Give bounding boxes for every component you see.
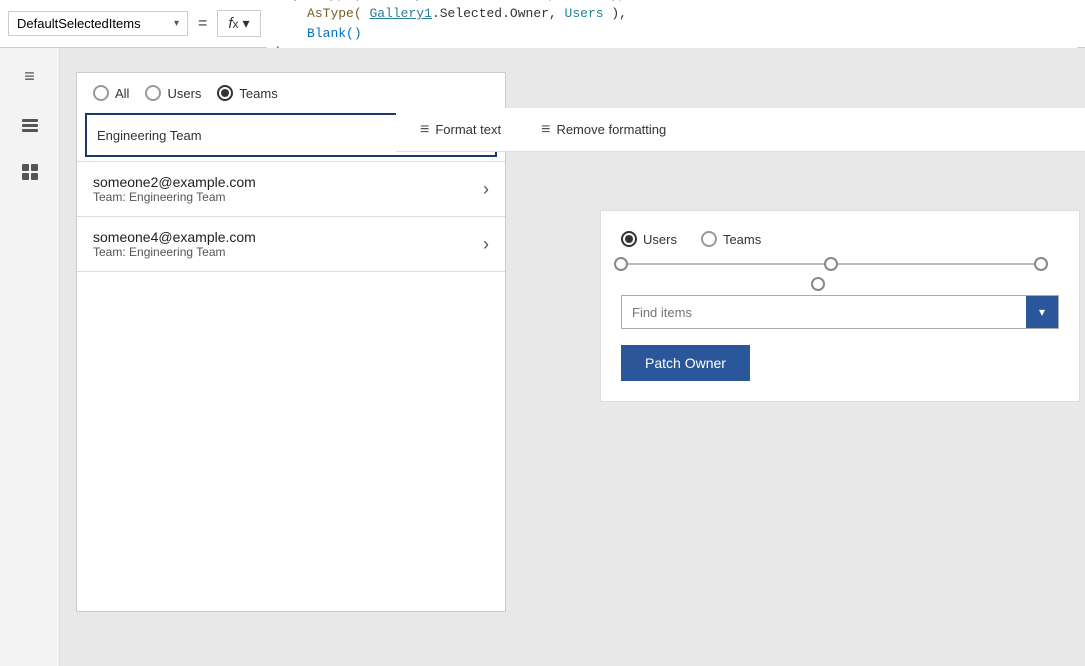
sidebar-icon-layers[interactable]: [14, 108, 46, 140]
code-line-2: AsType( Gallery1.Selected.Owner, Users )…: [275, 4, 1069, 24]
right-radio-teams[interactable]: Teams: [701, 231, 761, 247]
list-item[interactable]: someone4@example.com Team: Engineering T…: [77, 216, 505, 271]
right-radio-group: Users Teams: [621, 231, 1059, 247]
find-items-input[interactable]: [622, 298, 1026, 327]
list-item[interactable]: someone2@example.com Team: Engineering T…: [77, 161, 505, 216]
left-sidebar: ≡: [0, 48, 60, 666]
right-radio-teams-circle: [701, 231, 717, 247]
patch-owner-button[interactable]: Patch Owner: [621, 345, 750, 381]
format-text-button[interactable]: ≡ Format text: [412, 117, 509, 143]
radio-teams-circle: [217, 85, 233, 101]
radio-teams-label: Teams: [239, 86, 277, 101]
list-item-1-text: someone2@example.com Team: Engineering T…: [93, 174, 256, 204]
radio-teams[interactable]: Teams: [217, 85, 277, 101]
format-text-icon: ≡: [420, 121, 429, 139]
formula-dropdown-chevron: ▾: [174, 18, 179, 29]
radio-users-circle: [145, 85, 161, 101]
remove-formatting-icon: ≡: [541, 121, 550, 139]
empty-list-area: [77, 271, 505, 471]
list-item-2-team: Team: Engineering Team: [93, 245, 256, 259]
radio-all-label: All: [115, 86, 129, 101]
code-line-3: Blank(): [275, 24, 1069, 44]
right-radio-users-label: Users: [643, 232, 677, 247]
remove-formatting-button[interactable]: ≡ Remove formatting: [533, 117, 674, 143]
slider-container[interactable]: [621, 263, 1041, 291]
slider-handle-mid[interactable]: [824, 257, 838, 271]
list-item-2-text: someone4@example.com Team: Engineering T…: [93, 229, 256, 259]
list-item-2-arrow-icon: ›: [483, 234, 489, 255]
radio-all[interactable]: All: [93, 85, 129, 101]
slider-track: [621, 263, 1041, 265]
slider-handle-bottom[interactable]: [811, 277, 825, 291]
slider-handle-right[interactable]: [1034, 257, 1048, 271]
formula-dropdown[interactable]: DefaultSelectedItems ▾: [8, 11, 188, 36]
fx-label: fx: [228, 15, 238, 32]
left-radio-group: All Users Teams: [77, 73, 505, 113]
formula-dropdown-label: DefaultSelectedItems: [17, 16, 141, 31]
list-item-2-email: someone4@example.com: [93, 229, 256, 245]
sidebar-icon-menu[interactable]: ≡: [14, 60, 46, 92]
radio-all-circle: [93, 85, 109, 101]
app-canvas: All Users Teams Engineering Team ▾: [76, 72, 506, 612]
find-items-row: ▾: [621, 295, 1059, 329]
equals-sign: =: [194, 15, 211, 33]
fx-button[interactable]: fx ▾: [217, 10, 260, 37]
format-text-label: Format text: [435, 122, 501, 137]
sidebar-icon-grid[interactable]: [14, 156, 46, 188]
remove-formatting-label: Remove formatting: [556, 122, 666, 137]
list-item-1-team: Team: Engineering Team: [93, 190, 256, 204]
find-items-dropdown-button[interactable]: ▾: [1026, 296, 1058, 328]
fx-arrow-icon: ▾: [243, 15, 250, 32]
list-item-1-arrow-icon: ›: [483, 179, 489, 200]
right-radio-teams-label: Teams: [723, 232, 761, 247]
slider-handle-left[interactable]: [614, 257, 628, 271]
right-radio-users[interactable]: Users: [621, 231, 677, 247]
right-radio-users-circle: [621, 231, 637, 247]
radio-users[interactable]: Users: [145, 85, 201, 101]
toolbar-row: ≡ Format text ≡ Remove formatting: [396, 108, 1085, 152]
right-panel: Users Teams: [600, 210, 1080, 402]
formula-bar: DefaultSelectedItems ▾ = fx ▾ If( IsType…: [0, 0, 1085, 48]
list-item-1-email: someone2@example.com: [93, 174, 256, 190]
radio-users-label: Users: [167, 86, 201, 101]
